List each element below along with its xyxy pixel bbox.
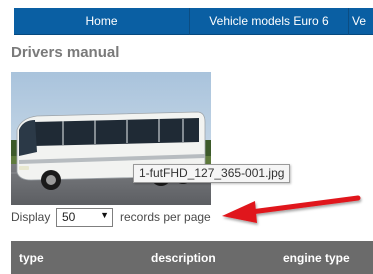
nav-item-vehicle-models[interactable]: Vehicle models Euro 6 [190,8,348,35]
column-header-engine-type[interactable]: engine type [283,251,350,265]
nav-bar: Home Vehicle models Euro 6 Ve [14,8,373,35]
page-title: Drivers manual [11,44,120,61]
records-per-page-label: records per page [120,210,211,224]
chevron-down-icon: ▼ [100,210,109,220]
display-label: Display [11,210,51,224]
image-tooltip: 1-futFHD_127_365-001.jpg [133,164,291,183]
selected-value: 50 [62,210,76,224]
bus-image [11,72,211,205]
top-navigation: Home Vehicle models Euro 6 Ve [0,0,373,44]
column-header-type[interactable]: type [19,251,44,265]
column-header-description[interactable]: description [151,251,216,265]
nav-item-truncated[interactable]: Ve [349,8,373,35]
records-per-page-select[interactable]: 50 ▼ [56,208,113,227]
table-header: type description engine type [11,241,373,274]
nav-item-home[interactable]: Home [14,8,189,35]
bus-photo[interactable] [11,72,211,205]
